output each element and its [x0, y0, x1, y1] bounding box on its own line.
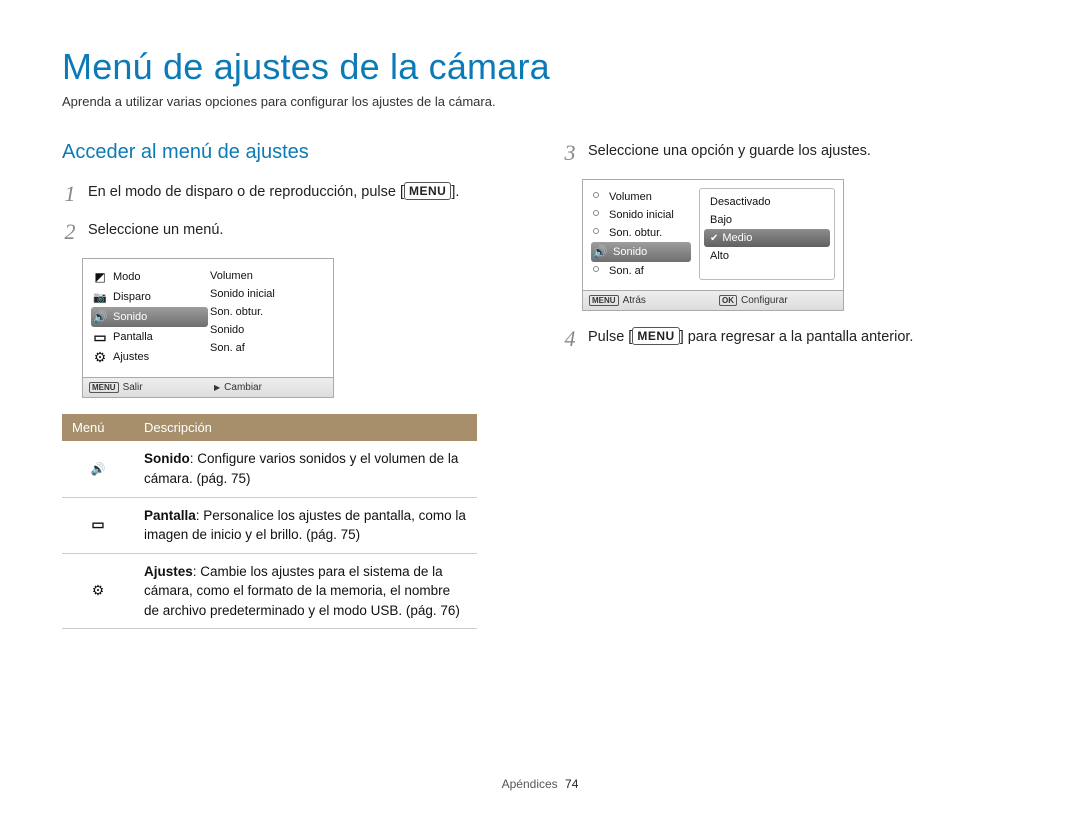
table-row: Ajustes: Cambie los ajustes para el sist…: [62, 553, 477, 629]
page-subtitle: Aprenda a utilizar varias opciones para …: [62, 94, 1018, 109]
table-header-menu: Menú: [62, 414, 134, 441]
step-3: 3 Seleccione una opción y guarde los aju…: [562, 141, 1018, 165]
cam2-option-label: Medio: [722, 232, 752, 244]
cam2-left-item-label: Son. af: [609, 265, 644, 277]
cam2-left-item-label: Volumen: [609, 191, 652, 203]
cam1-footer-right-label: Cambiar: [224, 382, 262, 393]
table-cell-desc: Ajustes: Cambie los ajustes para el sist…: [134, 553, 477, 629]
cam2-option-label: Bajo: [710, 214, 732, 226]
mode-icon: [93, 270, 107, 284]
cam2-left-item-label: Son. obtur.: [609, 227, 662, 239]
screen-icon: [93, 330, 107, 344]
cam2-footer-right-label: Configurar: [741, 295, 788, 306]
step-2-text: Seleccione un menú.: [88, 220, 223, 241]
speaker-icon: [93, 310, 107, 324]
cam1-left-item: Ajustes: [91, 347, 208, 367]
cam2-option: Desactivado: [704, 193, 830, 211]
cam1-left-item-label: Disparo: [113, 291, 151, 303]
gear-icon: [62, 553, 134, 629]
page-footer: Apéndices 74: [0, 777, 1080, 791]
cam1-footer-left: MENU Salir: [83, 378, 208, 397]
cam1-left-item-label: Ajustes: [113, 351, 149, 363]
camera-screenshot-2: Volumen Sonido inicial Son. obtur. Sonido So…: [582, 179, 844, 311]
cam1-right-item: Son. obtur.: [208, 303, 325, 321]
step-number: 3: [562, 141, 578, 165]
cam2-option: Medio: [704, 229, 830, 247]
cam1-right-item: Son. af: [208, 339, 325, 357]
cam1-footer-right: Cambiar: [208, 378, 333, 397]
step-number: 1: [62, 182, 78, 206]
menu-button-icon: MENU: [404, 182, 451, 200]
table-row: Sonido: Configure varios sonidos y el vo…: [62, 441, 477, 497]
menu-tag-icon: MENU: [89, 382, 119, 393]
cam1-footer-left-label: Salir: [123, 382, 143, 393]
cam1-right-item: Sonido: [208, 321, 325, 339]
table-cell-desc: Sonido: Configure varios sonidos y el vo…: [134, 441, 477, 497]
cam2-footer-left: MENU Atrás: [583, 291, 713, 310]
camera-screenshot-1: Modo Disparo Sonido Pantalla Ajustes Volumen…: [82, 258, 334, 398]
footer-page-number: 74: [565, 777, 578, 791]
section-heading: Acceder al menú de ajustes: [62, 141, 518, 164]
cam2-left-item: Son. af: [591, 262, 691, 280]
bullet-icon: [593, 191, 603, 203]
speaker-icon: [62, 441, 134, 497]
step-number: 2: [62, 220, 78, 244]
menu-description-table: Menú Descripción Sonido: Configure vario…: [62, 414, 477, 629]
step-1-text-post: ].: [451, 184, 459, 200]
cam1-left-item: Pantalla: [91, 327, 208, 347]
page-title: Menú de ajustes de la cámara: [62, 46, 1018, 88]
cam2-option-label: Desactivado: [710, 196, 771, 208]
cam2-left-item: Volumen: [591, 188, 691, 206]
check-icon: [710, 232, 718, 244]
table-header-desc: Descripción: [134, 414, 477, 441]
play-icon: [214, 382, 220, 393]
step-number: 4: [562, 327, 578, 351]
gear-icon: [93, 350, 107, 364]
speaker-icon: [593, 245, 607, 259]
cam2-footer-left-label: Atrás: [623, 295, 646, 306]
step-4-text-post: ] para regresar a la pantalla anterior.: [680, 329, 914, 345]
cam2-left-item-label: Sonido inicial: [609, 209, 674, 221]
cam1-left-item: Sonido: [91, 307, 208, 327]
cam2-left-item: Son. obtur.: [591, 224, 691, 242]
menu-tag-icon: MENU: [589, 295, 619, 306]
bullet-icon: [593, 227, 603, 239]
cam2-option: Bajo: [704, 211, 830, 229]
cam2-left-item: Sonido inicial: [591, 206, 691, 224]
cam2-footer-right: Configurar: [713, 291, 843, 310]
cam1-left-item-label: Pantalla: [113, 331, 153, 343]
camera-icon: [93, 290, 107, 304]
step-2: 2 Seleccione un menú.: [62, 220, 518, 244]
menu-button-icon: MENU: [632, 327, 679, 345]
cam1-right-item: Volumen: [208, 267, 325, 285]
cam1-right-item: Sonido inicial: [208, 285, 325, 303]
step-3-text: Seleccione una opción y guarde los ajust…: [588, 141, 871, 162]
footer-section: Apéndices: [502, 777, 558, 791]
step-4: 4 Pulse [MENU] para regresar a la pantal…: [562, 327, 1018, 351]
cam1-left-item: Modo: [91, 267, 208, 287]
cam1-left-item-label: Modo: [113, 271, 141, 283]
table-row: Pantalla: Personalice los ajustes de pan…: [62, 497, 477, 553]
cam1-left-item: Disparo: [91, 287, 208, 307]
step-1: 1 En el modo de disparo o de reproducció…: [62, 182, 518, 206]
cam2-left-item-label: Sonido: [613, 246, 647, 258]
cam2-option: Alto: [704, 247, 830, 265]
cam2-option-label: Alto: [710, 250, 729, 262]
cam2-left-item: Sonido: [591, 242, 691, 262]
bullet-icon: [593, 265, 603, 277]
step-1-text-pre: En el modo de disparo o de reproducción,…: [88, 184, 404, 200]
table-cell-desc: Pantalla: Personalice los ajustes de pan…: [134, 497, 477, 553]
cam1-left-item-label: Sonido: [113, 311, 147, 323]
ok-icon: [719, 295, 737, 306]
step-4-text-pre: Pulse [: [588, 329, 632, 345]
screen-icon: [62, 497, 134, 553]
bullet-icon: [593, 209, 603, 221]
